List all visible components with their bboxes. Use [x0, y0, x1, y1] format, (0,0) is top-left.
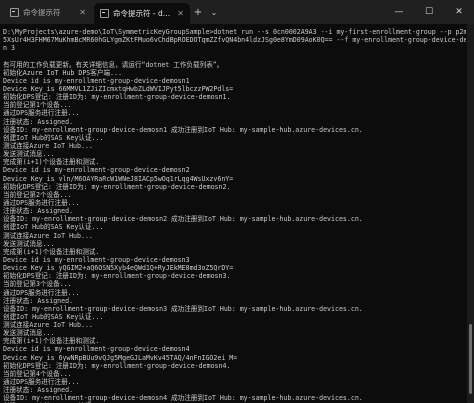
terminal-line: 注册状态: Assigned. [3, 117, 74, 126]
terminal-line: Device id is my-enrollment-group-device-… [3, 255, 190, 264]
terminal-line: Device Key is yQGIM2+aQ6OSN5Xyb4eQWd1Q+R… [3, 264, 234, 273]
terminal-line: 创建IoT Hub的SAS Key认证... [3, 312, 104, 321]
title-bar: 命令提示符 ✕ 命令提示符 - dotnet run --s 0c ✕ + ⌄ … [0, 0, 474, 24]
terminal-line: 设备ID: my-enrollment-group-device-demosn2… [3, 215, 363, 224]
terminal-line: 发送测试消息... [3, 329, 55, 338]
chevron-down-icon[interactable]: ⌄ [206, 2, 222, 22]
terminal-line: 创建IoT Hub的SAS Key认证... [3, 223, 104, 232]
terminal-line: 完成第(i+1)个设备注册和测试. [3, 337, 100, 346]
terminal-line: 通过DPS服务进行注册... [3, 378, 80, 387]
terminal-line: 当前登记第3个设备... [3, 280, 72, 289]
terminal-line: 注册状态: Assigned. [3, 207, 74, 216]
tab-label: 命令提示符 - dotnet run --s 0c [113, 9, 173, 18]
terminal-line: 设备ID: my-enrollment-group-device-demosn4… [3, 394, 363, 403]
terminal-line: 当前登记第4个设备... [3, 369, 72, 378]
terminal-line: 完成第(i+1)个设备注册和测试. [3, 158, 100, 167]
terminal-line: 通过DPS服务进行注册... [3, 109, 80, 118]
terminal-line: 注册状态: Assigned. [3, 296, 74, 305]
terminal-line: 测试连接Azure IoT Hub... [3, 231, 93, 240]
terminal-line: 测试连接Azure IoT Hub... [3, 141, 93, 150]
tab-dotnet-run[interactable]: 命令提示符 - dotnet run --s 0c ✕ [94, 3, 190, 24]
terminal-line: 测试连接Azure IoT Hub... [3, 321, 93, 330]
close-tab-icon[interactable]: ✕ [79, 8, 86, 17]
terminal-line: 发送测试消息... [3, 239, 55, 248]
terminal-line: 创建IoT Hub的SAS Key认证... [3, 133, 104, 142]
terminal-line: 初始化Azure IoT Hub DPS客户端... [3, 68, 122, 77]
terminal-line: Device Key is 66MMVL1ZJiZIcmxtqHwbZLdWVI… [3, 84, 234, 93]
window-controls: — ☐ ✕ [384, 0, 474, 24]
tab-label: 命令提示符 [23, 7, 61, 17]
terminal-line: 设备ID: my-enrollment-group-device-demosn3… [3, 304, 363, 313]
terminal-line: Device id is my-enrollment-group-device-… [3, 76, 190, 85]
terminal-line: Device id is my-enrollment-group-device-… [3, 166, 190, 175]
terminal-line: 5XsUr4H3FHM67MuKhmBcMR60hGLYgmZKtFMuo6vC… [3, 36, 466, 45]
terminal-line: 完成第(i+1)个设备注册和测试. [3, 247, 100, 256]
scrollbar-thumb[interactable] [469, 324, 472, 394]
terminal-output[interactable]: D:\MyProjects\azure-demo\IoT\SymmetricKe… [0, 24, 466, 403]
terminal-line: 有可用的工作负载更新。有关详细信息，请运行“dotnet 工作负载列表”。 [3, 60, 224, 69]
terminal-line: 通过DPS服务进行注册... [3, 288, 80, 297]
vertical-scrollbar[interactable] [467, 24, 474, 403]
terminal-line: 当前登记第1个设备... [3, 101, 72, 110]
terminal-line: 通过DPS服务进行注册... [3, 198, 80, 207]
terminal-line: 发送测试消息... [3, 150, 55, 159]
close-button[interactable]: ✕ [444, 0, 474, 24]
terminal-line: 设备ID: my-enrollment-group-device-demosn1… [3, 125, 363, 134]
terminal-line: 注册状态: Assigned. [3, 386, 74, 395]
maximize-button[interactable]: ☐ [414, 0, 444, 24]
minimize-button[interactable]: — [384, 0, 414, 24]
terminal-line: D:\MyProjects\azure-demo\IoT\SymmetricKe… [3, 28, 466, 36]
terminal-icon [100, 9, 109, 18]
terminal-line: Device Key is vln/M6OAYRaRcW1WNeJ8IACp5w… [3, 174, 234, 183]
terminal-line: 当前登记第2个设备... [3, 190, 72, 199]
terminal-icon [10, 7, 19, 17]
terminal-window: 命令提示符 ✕ 命令提示符 - dotnet run --s 0c ✕ + ⌄ … [0, 0, 474, 403]
terminal-line: Device Key is 6ywNRpBUu9vQJg5MgeGJLaMvKv… [3, 353, 238, 362]
terminal-line: 初始化DPS登记: 注册ID为: my-enrollment-group-dev… [3, 272, 231, 281]
terminal-line: 初始化DPS登记: 注册ID为: my-enrollment-group-dev… [3, 182, 231, 191]
tab-command-prompt[interactable]: 命令提示符 ✕ [4, 2, 92, 22]
plus-icon[interactable]: + [190, 2, 206, 22]
terminal-line: Device id is my-enrollment-group-device-… [3, 345, 190, 354]
terminal-line: n 3 [3, 44, 15, 53]
terminal-line: 初始化DPS登记: 注册ID为: my-enrollment-group-dev… [3, 93, 231, 102]
close-tab-icon[interactable]: ✕ [177, 9, 184, 18]
terminal-line: 初始化DPS登记: 注册ID为: my-enrollment-group-dev… [3, 361, 231, 370]
